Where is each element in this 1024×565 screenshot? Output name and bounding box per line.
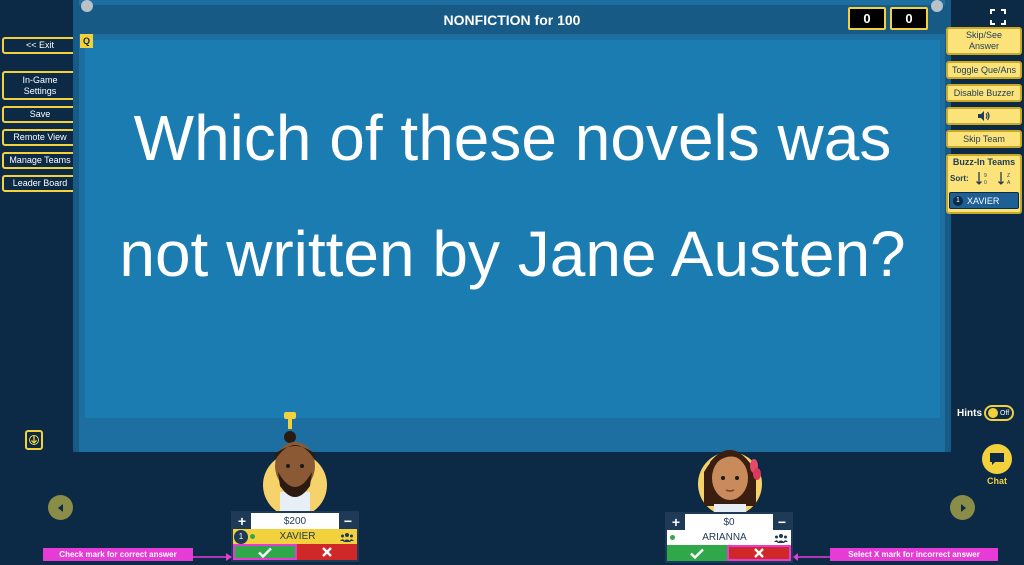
arrow-down-icon (29, 435, 39, 445)
chat-button[interactable] (982, 444, 1012, 474)
score-box-2: 0 (890, 7, 928, 30)
team-members-icon (774, 533, 788, 543)
subtract-points-button[interactable]: − (339, 513, 357, 529)
player-rank-badge: 1 (234, 529, 248, 544)
disable-buzzer-button[interactable]: Disable Buzzer (946, 84, 1022, 102)
leader-board-button[interactable]: Leader Board (2, 175, 78, 192)
check-icon (258, 547, 272, 558)
sort-label: Sort: (950, 174, 969, 183)
speaker-icon (978, 111, 990, 121)
subtract-points-button[interactable]: − (773, 514, 791, 530)
buzz-team-name: XAVIER (967, 195, 1000, 206)
in-game-settings-button[interactable]: In-Game Settings (2, 71, 78, 100)
chat-bubble-icon (990, 452, 1004, 465)
hints-state: Off (1000, 409, 1010, 417)
triangle-right-icon (960, 503, 966, 512)
svg-text:Z: Z (1007, 173, 1010, 179)
toggle-knob (988, 408, 998, 418)
arrow-right-icon (193, 549, 233, 565)
q-tag[interactable]: Q (80, 34, 93, 48)
board-title: NONFICTION for 100 (443, 11, 581, 28)
scroll-down-button[interactable] (25, 430, 43, 450)
player-plate-arianna: + $0 − ARIANNA (665, 512, 793, 563)
next-button[interactable] (950, 495, 975, 520)
x-icon (754, 548, 764, 558)
callout-incorrect: Select X mark for incorrect answer (830, 548, 998, 561)
remote-view-button[interactable]: Remote View (2, 129, 78, 146)
correct-button[interactable] (233, 544, 297, 560)
skip-see-answer-button[interactable]: Skip/See Answer (946, 27, 1022, 55)
exit-button[interactable]: << Exit (2, 37, 78, 54)
arrow-left-icon (793, 549, 831, 565)
correct-button[interactable] (667, 545, 727, 561)
player-avatar-xavier (262, 410, 328, 519)
incorrect-button[interactable] (297, 544, 357, 560)
save-button[interactable]: Save (2, 106, 78, 123)
svg-text:0: 0 (984, 180, 987, 186)
team-members-icon (340, 532, 354, 542)
player-name: ARIANNA (702, 532, 747, 543)
svg-text:9: 9 (984, 173, 987, 179)
add-points-button[interactable]: + (667, 514, 685, 530)
player-score: $200 (283, 515, 307, 527)
player-name: XAVIER (279, 531, 316, 542)
buzz-rank-badge: 1 (953, 195, 963, 206)
buzz-in-title: Buzz-In Teams (952, 157, 1016, 167)
toggle-que-ans-button[interactable]: Toggle Que/Ans (946, 61, 1022, 79)
sort-numeric-icon[interactable]: 90 (976, 171, 993, 191)
incorrect-button[interactable] (727, 545, 791, 561)
sound-button[interactable] (946, 107, 1022, 125)
svg-text:A: A (1007, 180, 1011, 186)
player-score: $0 (723, 516, 735, 528)
sort-alpha-icon[interactable]: ZA (998, 171, 1018, 191)
manage-teams-button[interactable]: Manage Teams (2, 152, 78, 169)
prev-button[interactable] (48, 495, 73, 520)
skip-team-button[interactable]: Skip Team (946, 130, 1022, 148)
callout-correct: Check mark for correct answer (43, 548, 193, 561)
question-text: Which of these novels was not written by… (119, 102, 906, 290)
add-points-button[interactable]: + (233, 513, 251, 529)
triangle-left-icon (57, 503, 63, 512)
player-avatar-arianna (690, 432, 770, 519)
hints-label: Hints (957, 408, 982, 419)
check-icon (690, 548, 704, 559)
chat-label: Chat (987, 476, 1007, 486)
player-plate-xavier: + $200 − 1 XAVIER (231, 511, 359, 562)
buzz-queue-item[interactable]: 1 XAVIER (949, 192, 1019, 209)
x-icon (322, 547, 332, 557)
hints-toggle[interactable]: Off (984, 405, 1014, 421)
score-box-1: 0 (848, 7, 886, 30)
